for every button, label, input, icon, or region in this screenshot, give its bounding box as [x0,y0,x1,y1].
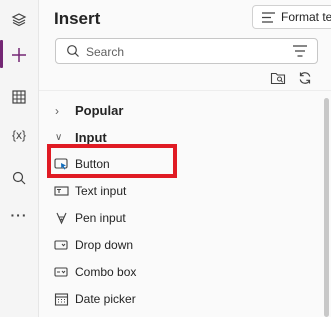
list-item-combo-box[interactable]: Combo box [48,259,313,285]
format-lines-icon [262,11,275,23]
plus-icon [12,48,26,62]
list-item-drop-down[interactable]: Drop down [48,232,313,258]
item-label: Combo box [75,265,137,279]
data-table-icon[interactable] [0,80,38,114]
section-label: Popular [75,103,124,118]
item-label: Pen input [75,211,126,225]
more-icon[interactable]: ··· [0,198,38,232]
list-item-pen-input[interactable]: Pen input [48,205,313,231]
dropdown-icon [51,238,71,252]
search-rail-icon[interactable] [0,161,38,195]
variables-icon[interactable]: {x} [0,118,38,152]
section-label: Input [75,130,107,145]
section-input[interactable]: ∨ Input [55,130,107,145]
section-popular[interactable]: › Popular [55,103,123,118]
pane-title: Insert [54,9,101,28]
more-label: ··· [10,207,28,223]
search-input[interactable] [84,42,278,62]
variables-label: {x} [11,128,26,142]
list-item-date-picker[interactable]: Date picker [48,286,313,312]
header-divider [39,90,331,91]
format-text-label: Format te [281,10,331,24]
folder-search-icon[interactable] [270,70,286,86]
item-label: Date picker [75,292,136,306]
insert-rail-button[interactable] [0,38,38,72]
highlight-box [47,144,177,178]
refresh-icon[interactable] [297,70,313,86]
format-text-button[interactable]: Format te [252,5,331,29]
scrollbar[interactable] [324,98,329,317]
pen-icon [51,211,71,225]
item-label: Drop down [75,238,134,252]
search-box[interactable] [55,38,318,64]
item-label: Text input [75,184,127,198]
combobox-icon [51,265,71,279]
chevron-right-icon: › [55,103,59,118]
left-rail: {x} ··· [0,0,39,317]
search-icon [67,45,79,57]
filter-icon[interactable] [293,45,307,57]
list-item-text-input[interactable]: Text input [48,178,313,204]
calendar-icon [51,292,71,306]
layers-icon[interactable] [0,3,38,37]
text-input-icon [51,184,71,198]
chevron-down-icon: ∨ [55,132,63,143]
